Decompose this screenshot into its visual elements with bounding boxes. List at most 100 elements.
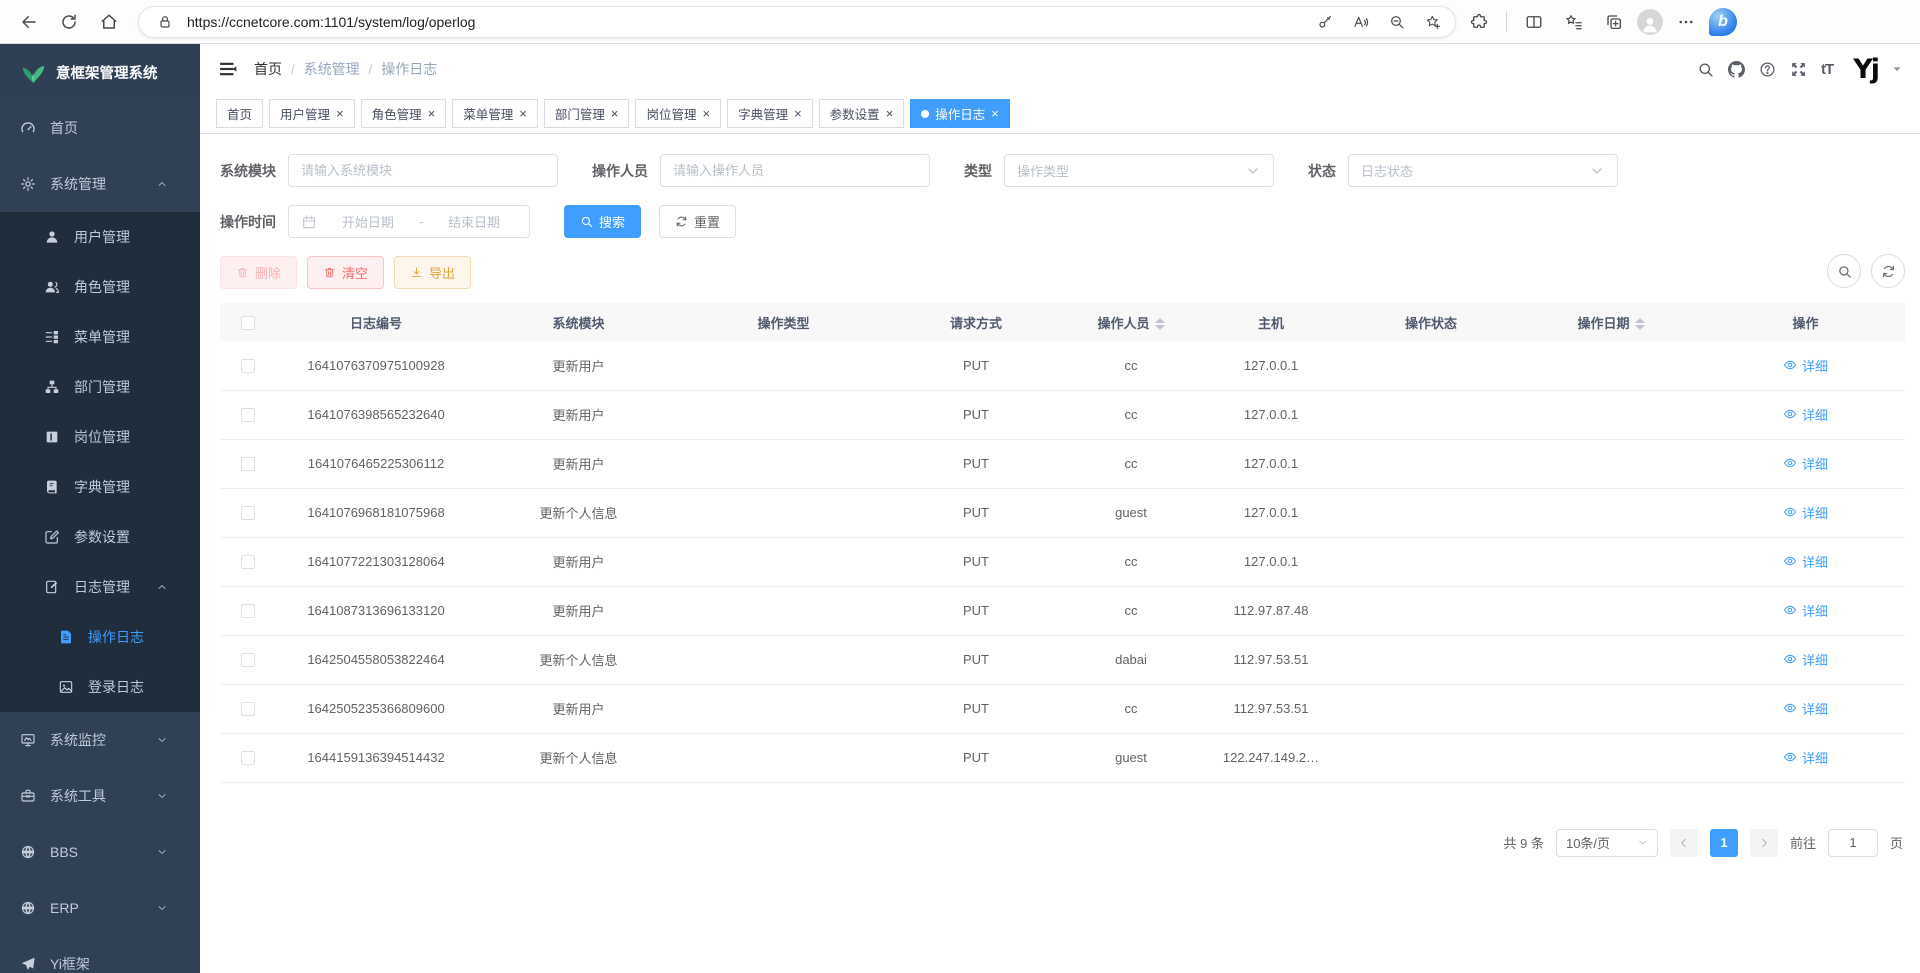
tab-dept[interactable]: 部门管理× (544, 99, 630, 128)
extensions-icon[interactable] (1462, 6, 1496, 38)
github-icon[interactable] (1728, 61, 1745, 78)
detail-link[interactable]: 详细 (1783, 552, 1828, 571)
copilot-icon[interactable]: b (1709, 8, 1737, 36)
row-checkbox[interactable] (241, 702, 255, 716)
collections-icon[interactable] (1597, 6, 1631, 38)
sidebar-item-yi-framework[interactable]: Yi框架 (0, 936, 200, 973)
address-bar[interactable]: https://ccnetcore.com:1101/system/log/op… (138, 6, 1456, 38)
row-checkbox[interactable] (241, 604, 255, 618)
zoom-out-icon[interactable] (1383, 9, 1411, 35)
tab-close-icon[interactable]: × (336, 107, 344, 120)
tab-close-icon[interactable]: × (886, 107, 894, 120)
row-checkbox[interactable] (241, 457, 255, 471)
sidebar-item-user-mgmt[interactable]: 用户管理 (0, 212, 200, 262)
detail-link[interactable]: 详细 (1783, 601, 1828, 620)
help-icon[interactable] (1759, 61, 1776, 78)
select-all-checkbox[interactable] (241, 316, 255, 330)
sidebar-item-role-mgmt[interactable]: 角色管理 (0, 262, 200, 312)
row-checkbox[interactable] (241, 359, 255, 373)
more-menu-icon[interactable] (1669, 6, 1703, 38)
detail-link[interactable]: 详细 (1783, 650, 1828, 669)
split-screen-icon[interactable] (1517, 6, 1551, 38)
url-text[interactable]: https://ccnetcore.com:1101/system/log/op… (187, 14, 1303, 30)
date-range-picker[interactable]: 开始日期 - 结束日期 (288, 205, 530, 238)
sidebar-item-bbs[interactable]: BBS (0, 824, 200, 880)
tab-menu[interactable]: 菜单管理× (452, 99, 538, 128)
page-size-select[interactable]: 10条/页 (1556, 829, 1658, 857)
sidebar-item-label: Yi框架 (50, 954, 90, 973)
read-aloud-icon[interactable] (1347, 9, 1375, 35)
home-button[interactable] (92, 6, 126, 38)
sidebar-item-param-settings[interactable]: 参数设置 (0, 512, 200, 562)
row-checkbox[interactable] (241, 506, 255, 520)
reset-button[interactable]: 重置 (659, 205, 736, 238)
tab-close-icon[interactable]: × (611, 107, 619, 120)
tab-dict[interactable]: 字典管理× (727, 99, 813, 128)
sidebar-item-dict-mgmt[interactable]: 字典管理 (0, 462, 200, 512)
sidebar-item-home[interactable]: 首页 (0, 100, 200, 156)
sidebar-item-oper-log[interactable]: 操作日志 (0, 612, 200, 662)
sidebar-item-dept-mgmt[interactable]: 部门管理 (0, 362, 200, 412)
sidebar-item-menu-mgmt[interactable]: 菜单管理 (0, 312, 200, 362)
password-key-icon[interactable] (1311, 9, 1339, 35)
detail-link[interactable]: 详细 (1783, 699, 1828, 718)
status-select[interactable]: 日志状态 (1348, 154, 1618, 187)
tab-close-icon[interactable]: × (702, 107, 710, 120)
clear-button[interactable]: 清空 (307, 256, 384, 289)
sidebar-item-log-mgmt[interactable]: 日志管理 (0, 562, 200, 612)
sidebar-item-erp[interactable]: ERP (0, 880, 200, 936)
user-logo[interactable]: Yj (1853, 54, 1878, 85)
row-checkbox[interactable] (241, 555, 255, 569)
refresh-button[interactable] (52, 6, 86, 38)
goto-page-input[interactable] (1828, 829, 1878, 857)
sidebar-item-sys-monitor[interactable]: 系统监控 (0, 712, 200, 768)
cell-date (1516, 341, 1706, 390)
sort-caret-icon[interactable] (1635, 318, 1645, 330)
tab-post[interactable]: 岗位管理× (635, 99, 721, 128)
sidebar-fold-icon[interactable] (218, 59, 238, 79)
tab-operlog[interactable]: 操作日志× (910, 99, 1010, 128)
tab-close-icon[interactable]: × (794, 107, 802, 120)
hide-search-button[interactable] (1827, 254, 1861, 288)
font-size-icon[interactable]: tT (1821, 61, 1833, 78)
tab-user[interactable]: 用户管理× (269, 99, 355, 128)
lock-icon[interactable] (151, 9, 179, 35)
favorite-add-icon[interactable] (1419, 9, 1447, 35)
fullscreen-icon[interactable] (1790, 61, 1807, 78)
header-search-icon[interactable] (1697, 61, 1714, 78)
sort-caret-icon[interactable] (1155, 318, 1165, 330)
search-button[interactable]: 搜索 (564, 205, 641, 238)
row-checkbox[interactable] (241, 408, 255, 422)
tab-home[interactable]: 首页 (216, 99, 263, 128)
sidebar-item-sys-tools[interactable]: 系统工具 (0, 768, 200, 824)
detail-link[interactable]: 详细 (1783, 503, 1828, 522)
row-checkbox[interactable] (241, 751, 255, 765)
export-button[interactable]: 导出 (394, 256, 471, 289)
breadcrumb-item[interactable]: 首页 (254, 59, 282, 79)
module-input[interactable] (301, 163, 545, 178)
app-logo[interactable]: 意框架管理系统 (0, 44, 200, 100)
refresh-table-button[interactable] (1871, 254, 1905, 288)
type-select[interactable]: 操作类型 (1004, 154, 1274, 187)
sidebar-item-post-mgmt[interactable]: 岗位管理 (0, 412, 200, 462)
operator-input[interactable] (673, 163, 917, 178)
tab-close-icon[interactable]: × (428, 107, 436, 120)
tab-param[interactable]: 参数设置× (819, 99, 905, 128)
next-page-button[interactable] (1750, 829, 1778, 857)
favorites-icon[interactable] (1557, 6, 1591, 38)
current-page-button[interactable]: 1 (1710, 829, 1738, 857)
tab-role[interactable]: 角色管理× (361, 99, 447, 128)
browser-profile-avatar[interactable] (1637, 9, 1663, 35)
tab-close-icon[interactable]: × (991, 107, 999, 120)
sidebar-item-system-mgmt[interactable]: 系统管理 (0, 156, 200, 212)
user-menu-caret-icon[interactable] (1892, 64, 1902, 74)
detail-link[interactable]: 详细 (1783, 356, 1828, 375)
prev-page-button[interactable] (1670, 829, 1698, 857)
detail-link[interactable]: 详细 (1783, 405, 1828, 424)
detail-link[interactable]: 详细 (1783, 748, 1828, 767)
row-checkbox[interactable] (241, 653, 255, 667)
tab-close-icon[interactable]: × (519, 107, 527, 120)
detail-link[interactable]: 详细 (1783, 454, 1828, 473)
back-button[interactable] (12, 6, 46, 38)
sidebar-item-login-log[interactable]: 登录日志 (0, 662, 200, 712)
